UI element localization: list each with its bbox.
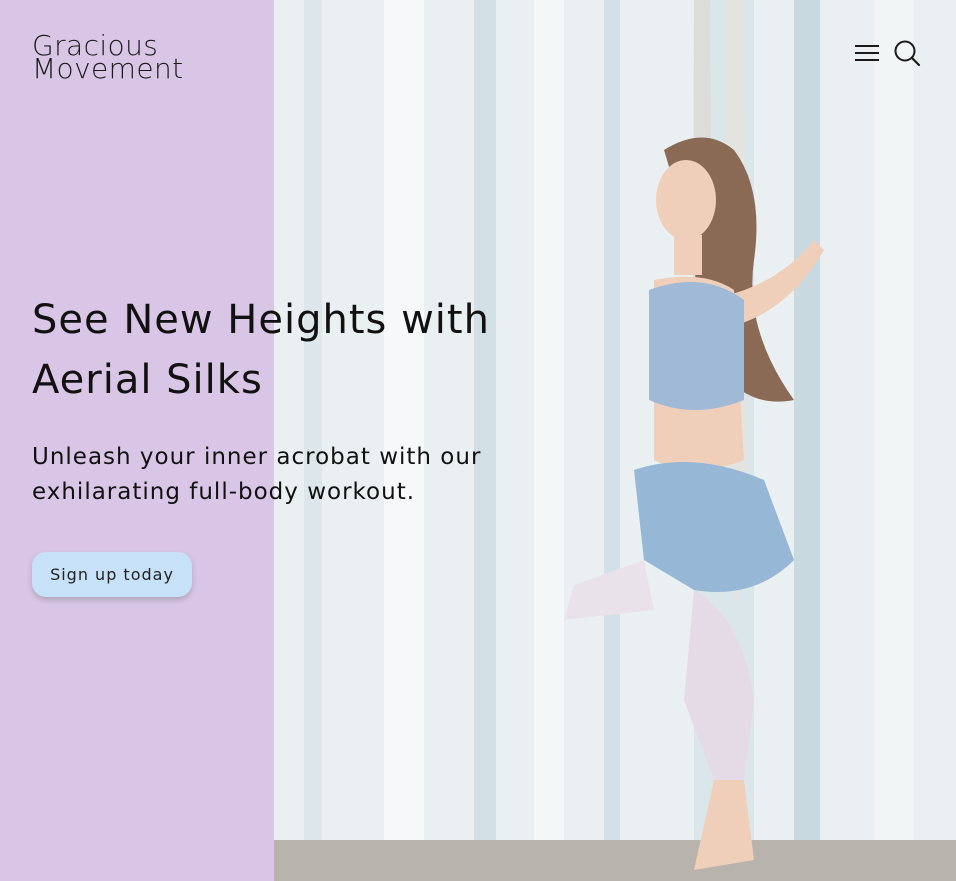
hero-headline: See New Heights with Aerial Silks [32,290,552,410]
hero-subtext: Unleash your inner acrobat with our exhi… [32,440,552,510]
brand-logo-line2: Movement [32,52,184,85]
search-icon[interactable] [892,38,922,68]
hamburger-menu-icon[interactable] [852,38,882,68]
sign-up-button[interactable]: Sign up today [32,552,192,597]
hero-headline-line2: Aerial Silks [32,357,263,403]
brand-logo[interactable]: Gracious Movement [32,32,202,85]
hero-headline-line1: See New Heights with [32,297,490,343]
hero-subtext-line2: exhilarating full-body workout. [32,479,416,505]
hero-subtext-line1: Unleash your inner acrobat with our [32,444,482,470]
